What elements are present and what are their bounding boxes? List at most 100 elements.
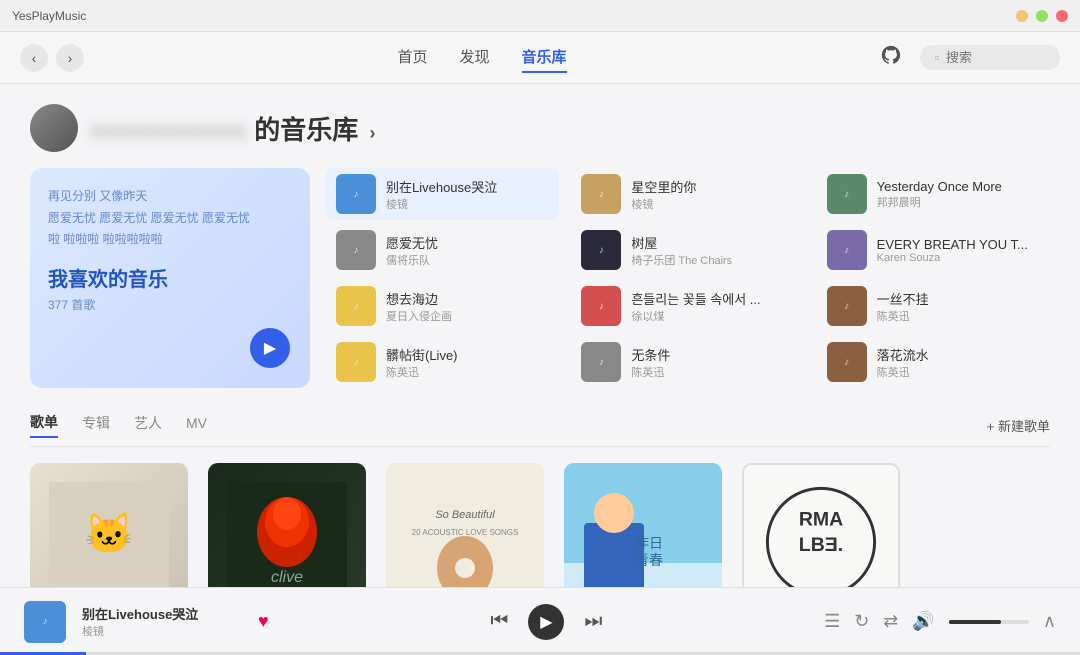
lyrics-display: 再见分别 又像昨天 愿爱无忧 愿爱无忧 愿爱无忧 愿爱无忧 啦 啦啦啦 啦啦啦啦… — [48, 186, 292, 251]
song-info: 星空里的你 棱镜 — [631, 177, 794, 212]
list-item[interactable]: ♪ EVERY BREATH YOU T... Karen Souza — [817, 224, 1050, 276]
titlebar-controls: — □ ✕ — [1016, 10, 1068, 22]
liked-songs-card[interactable]: 再见分别 又像昨天 愿爱无忧 愿爱无忧 愿爱无忧 愿爱无忧 啦 啦啦啦 啦啦啦啦… — [30, 168, 310, 388]
list-item[interactable]: ♪ 髒帖街(Live) 陈英迅 — [326, 336, 559, 388]
svg-text:🐱: 🐱 — [84, 512, 134, 556]
svg-text:So Beautiful: So Beautiful — [435, 509, 495, 521]
list-item[interactable]: ♪ 想去海边 夏日入侵企画 — [326, 280, 559, 332]
titlebar-left: YesPlayMusic — [12, 9, 86, 23]
music-row: 再见分别 又像昨天 愿爱无忧 愿爱无忧 愿爱无忧 愿爱无忧 啦 啦啦啦 啦啦啦啦… — [30, 168, 1050, 388]
svg-text:20 ACOUSTIC LOVE SONGS: 20 ACOUSTIC LOVE SONGS — [412, 528, 519, 537]
svg-text:LBƎ.: LBƎ. — [799, 534, 843, 556]
playlist-cover: RMA LBƎ. — [742, 463, 900, 587]
playlist-cover: 昨日 青春 — [564, 463, 722, 587]
playlist-grid: 🐱 猫乐队合集 clive clive — [30, 463, 1050, 587]
playlist-cover: 🐱 — [30, 463, 188, 587]
library-title: ●●●●●●●●●● 的音乐库 › — [90, 110, 376, 147]
volume-fill — [949, 620, 1001, 624]
playlist-card[interactable]: So Beautiful 20 ACOUSTIC LOVE SONGS So B… — [386, 463, 544, 587]
next-button[interactable]: ⏭ — [584, 610, 602, 633]
avatar — [30, 104, 78, 152]
playlist-card[interactable]: 🐱 猫乐队合集 — [30, 463, 188, 587]
volume-bar[interactable] — [949, 620, 1029, 624]
content-area: ●●●●●●●●●● 的音乐库 › 再见分别 又像昨天 愿爱无忧 愿爱无忧 愿爱… — [0, 84, 1080, 587]
like-button[interactable]: ♥ — [258, 611, 269, 632]
search-icon — [934, 51, 940, 65]
close-button[interactable]: ✕ — [1056, 10, 1068, 22]
list-item[interactable]: ♪ Yesterday Once More 邦邦晨明 — [817, 168, 1050, 220]
song-thumbnail: ♪ — [581, 286, 621, 326]
player-artist: 棱镜 — [82, 623, 242, 639]
liked-count: 377 首歌 — [48, 296, 292, 313]
playlist-card[interactable]: clive clive — [208, 463, 366, 587]
prev-button[interactable]: ⏮ — [490, 610, 508, 633]
song-thumbnail: ♪ — [336, 342, 376, 382]
tab-mv[interactable]: MV — [186, 415, 207, 435]
navbar: ‹ › 首页 发现 音乐库 — [0, 32, 1080, 84]
tab-artist[interactable]: 艺人 — [134, 413, 162, 437]
maximize-button[interactable]: □ — [1036, 10, 1048, 22]
player-bar: ♪ 别在Livehouse哭泣 棱镜 ♥ ⏮ ▶ ⏭ ☰ ↻ ⇄ 🔊 ∧ — [0, 587, 1080, 655]
svg-text:RMA: RMA — [799, 508, 843, 530]
new-playlist-button[interactable]: + 新建歌单 — [987, 416, 1050, 435]
songs-grid: ♪ 别在Livehouse哭泣 棱镜 ♪ 星空里的你 棱镜 ♪ — [326, 168, 1050, 388]
song-thumbnail: ♪ — [336, 230, 376, 270]
back-button[interactable]: ‹ — [20, 44, 48, 72]
song-info: 无条件 陈英迅 — [631, 345, 794, 380]
list-item[interactable]: ♪ 흔들리는 꽃들 속에서 ... 徐以煤 — [571, 280, 804, 332]
list-item[interactable]: ♪ 落花流水 陈英迅 — [817, 336, 1050, 388]
song-info: 树屋 椅子乐团 The Chairs — [631, 233, 794, 268]
liked-title: 我喜欢的音乐 — [48, 263, 292, 292]
playlist-card[interactable]: 昨日 青春 昨日青春 — [564, 463, 722, 587]
song-info: Yesterday Once More 邦邦晨明 — [877, 179, 1040, 210]
song-thumbnail: ♪ — [336, 174, 376, 214]
tabs-row: 歌单 专辑 艺人 MV + 新建歌单 — [30, 412, 1050, 447]
song-thumbnail: ♪ — [827, 342, 867, 382]
tab-playlist[interactable]: 歌单 — [30, 412, 58, 438]
loop-button[interactable]: ↻ — [854, 611, 869, 632]
shuffle-button[interactable]: ⇄ — [883, 611, 898, 632]
minimize-button[interactable]: — — [1016, 10, 1028, 22]
volume-button[interactable]: 🔊 — [912, 611, 934, 632]
titlebar: YesPlayMusic — □ ✕ — [0, 0, 1080, 32]
play-pause-button[interactable]: ▶ — [528, 604, 564, 640]
edit-icon[interactable]: › — [370, 123, 376, 143]
list-item[interactable]: ♪ 树屋 椅子乐团 The Chairs — [571, 224, 804, 276]
svg-text:clive: clive — [271, 569, 303, 586]
github-icon[interactable] — [880, 44, 908, 72]
play-liked-button[interactable]: ▶ — [250, 328, 290, 368]
list-item[interactable]: ♪ 别在Livehouse哭泣 棱镜 — [326, 168, 559, 220]
song-info: 别在Livehouse哭泣 棱镜 — [386, 177, 549, 212]
song-thumbnail: ♪ — [581, 174, 621, 214]
song-thumbnail: ♪ — [336, 286, 376, 326]
nav-arrows: ‹ › — [20, 44, 84, 72]
forward-button[interactable]: › — [56, 44, 84, 72]
queue-button[interactable]: ☰ — [824, 611, 840, 632]
list-item[interactable]: ♪ 愿爱无忧 儒将乐队 — [326, 224, 559, 276]
list-item[interactable]: ♪ 一丝不挂 陈英迅 — [817, 280, 1050, 332]
nav-right — [880, 44, 1060, 72]
player-extra: ☰ ↻ ⇄ 🔊 ∧ — [824, 611, 1056, 632]
nav-discover[interactable]: 发现 — [459, 42, 489, 73]
player-controls: ⏮ ▶ ⏭ — [285, 604, 808, 640]
nav-library[interactable]: 音乐库 — [522, 42, 567, 73]
song-thumbnail: ♪ — [581, 230, 621, 270]
song-info: 落花流水 陈英迅 — [877, 345, 1040, 380]
playlist-cover: clive — [208, 463, 366, 587]
list-item[interactable]: ♪ 无条件 陈英迅 — [571, 336, 804, 388]
song-info: 흔들리는 꽃들 속에서 ... 徐以煤 — [631, 289, 794, 324]
app-container: ‹ › 首页 发现 音乐库 — [0, 32, 1080, 655]
player-thumbnail: ♪ — [24, 601, 66, 643]
search-box[interactable] — [920, 45, 1060, 70]
player-info: 别在Livehouse哭泣 棱镜 — [82, 604, 242, 639]
playlist-card[interactable]: RMA LBƎ. RMALBE3 — [742, 463, 900, 587]
song-thumbnail: ♪ — [827, 230, 867, 270]
song-thumbnail: ♪ — [827, 174, 867, 214]
expand-button[interactable]: ∧ — [1043, 611, 1056, 632]
svg-text:青春: 青春 — [635, 552, 663, 568]
library-header: ●●●●●●●●●● 的音乐库 › — [30, 84, 1050, 168]
list-item[interactable]: ♪ 星空里的你 棱镜 — [571, 168, 804, 220]
tab-album[interactable]: 专辑 — [82, 413, 110, 437]
search-input[interactable] — [946, 50, 1046, 65]
nav-home[interactable]: 首页 — [397, 42, 427, 73]
